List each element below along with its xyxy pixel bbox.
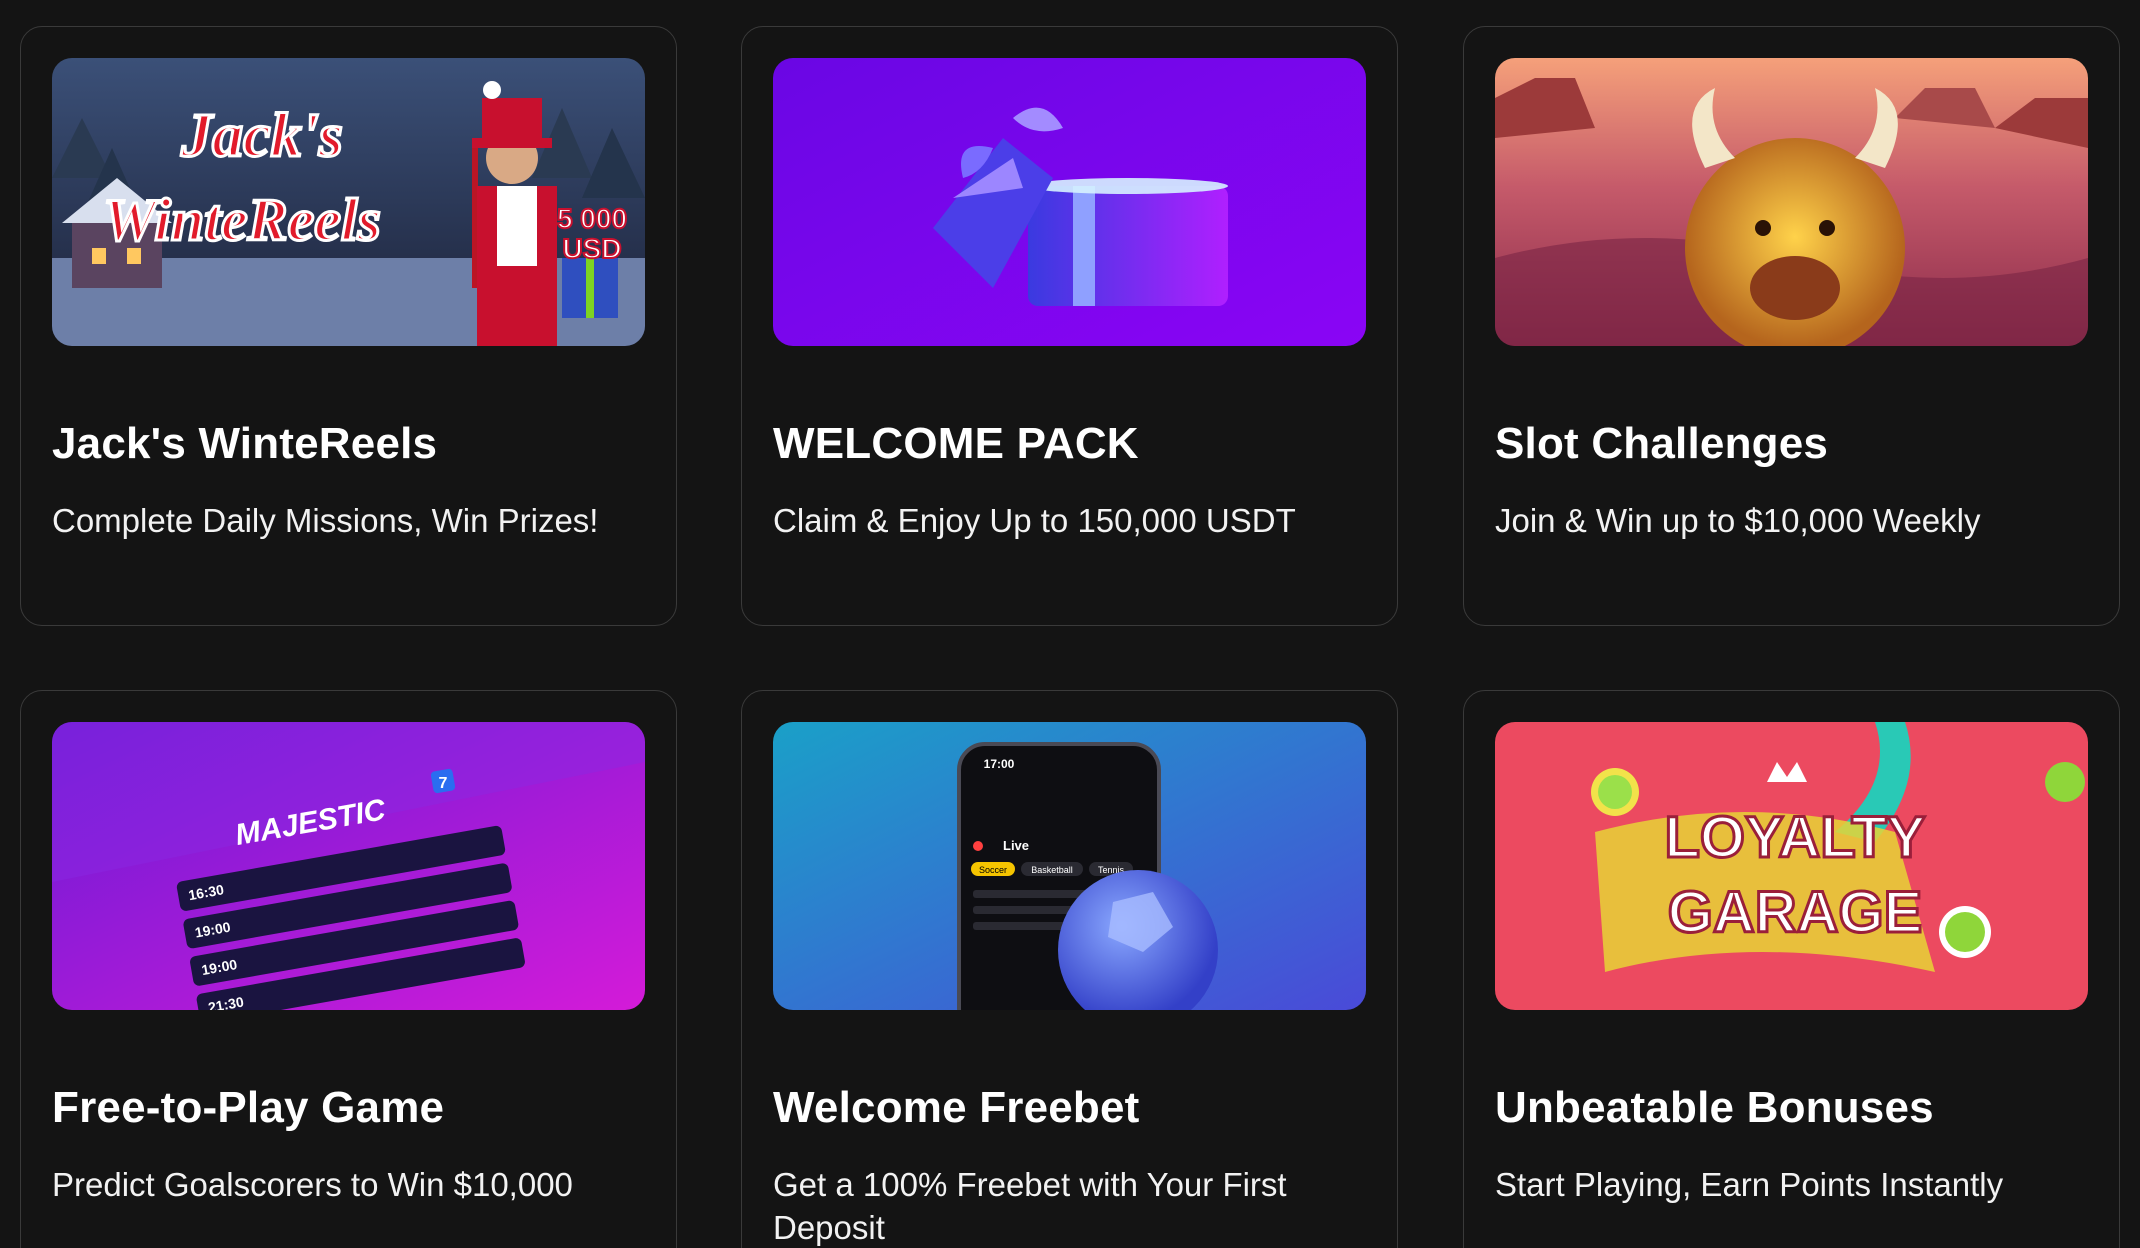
- banner-text-basketball: Basketball: [1031, 865, 1073, 875]
- banner-text-loyalty: LOYALTY: [1664, 805, 1925, 870]
- promo-card-slot-challenges[interactable]: Slot Challenges Join & Win up to $10,000…: [1463, 26, 2120, 626]
- phone-soccer-banner: 17:00 Live Soccer Basketball Tennis: [773, 722, 1366, 1010]
- promo-banner-image[interactable]: 17:00 Live Soccer Basketball Tennis: [773, 722, 1366, 1010]
- banner-text-wintereels: WinteReels: [103, 187, 381, 253]
- banner-text-clock: 17:00: [984, 757, 1015, 771]
- match-schedule-banner: MAJESTIC 7 16:30 19:00 19:00 21:30: [52, 722, 645, 1010]
- promo-card-welcome-freebet[interactable]: 17:00 Live Soccer Basketball Tennis Welc…: [741, 690, 1398, 1248]
- banner-text-currency: USD: [562, 233, 621, 264]
- promo-card-free-to-play[interactable]: MAJESTIC 7 16:30 19:00 19:00 21:30 Free-…: [20, 690, 677, 1248]
- promo-card-unbeatable-bonuses[interactable]: LOYALTY GARAGE Unbeatable Bonuses Start …: [1463, 690, 2120, 1248]
- promo-title[interactable]: Unbeatable Bonuses: [1495, 1083, 1934, 1133]
- promo-title[interactable]: WELCOME PACK: [773, 419, 1139, 469]
- banner-text-amount: 5 000: [557, 203, 627, 234]
- promotions-grid: Jack's WinteReels 5 000 USD Jack's Winte…: [0, 0, 2140, 1248]
- promo-subtitle: Predict Goalscorers to Win $10,000: [52, 1166, 573, 1203]
- gift-box-banner: [773, 58, 1366, 346]
- buffalo-canyon-banner: [1495, 58, 2088, 346]
- banner-text-seven: 7: [439, 775, 448, 792]
- promo-banner-image[interactable]: [773, 58, 1366, 346]
- promo-card-welcome-pack[interactable]: WELCOME PACK Claim & Enjoy Up to 150,000…: [741, 26, 1398, 626]
- banner-text-live: Live: [1003, 838, 1029, 853]
- santa-character-banner: Jack's WinteReels 5 000 USD: [52, 58, 645, 346]
- banner-text-soccer: Soccer: [979, 865, 1007, 875]
- promo-subtitle: Claim & Enjoy Up to 150,000 USDT: [773, 502, 1296, 539]
- promo-title[interactable]: Jack's WinteReels: [52, 419, 437, 469]
- promo-banner-image[interactable]: MAJESTIC 7 16:30 19:00 19:00 21:30: [52, 722, 645, 1010]
- promo-title[interactable]: Welcome Freebet: [773, 1083, 1140, 1133]
- promo-subtitle: Get a 100% Freebet with Your First Depos…: [773, 1166, 1287, 1246]
- promo-subtitle: Complete Daily Missions, Win Prizes!: [52, 502, 599, 539]
- promo-subtitle: Join & Win up to $10,000 Weekly: [1495, 502, 1981, 539]
- promo-title[interactable]: Free-to-Play Game: [52, 1083, 444, 1133]
- promo-title[interactable]: Slot Challenges: [1495, 419, 1828, 469]
- promo-banner-image[interactable]: Jack's WinteReels 5 000 USD: [52, 58, 645, 346]
- promo-banner-image[interactable]: LOYALTY GARAGE: [1495, 722, 2088, 1010]
- banner-text-garage: GARAGE: [1668, 880, 1923, 945]
- promo-card-jacks-wintereels[interactable]: Jack's WinteReels 5 000 USD Jack's Winte…: [20, 26, 677, 626]
- promo-subtitle: Start Playing, Earn Points Instantly: [1495, 1166, 2004, 1203]
- banner-text-jacks: Jack's: [180, 102, 343, 170]
- promo-banner-image[interactable]: [1495, 58, 2088, 346]
- loyalty-garage-banner: LOYALTY GARAGE: [1495, 722, 2088, 1010]
